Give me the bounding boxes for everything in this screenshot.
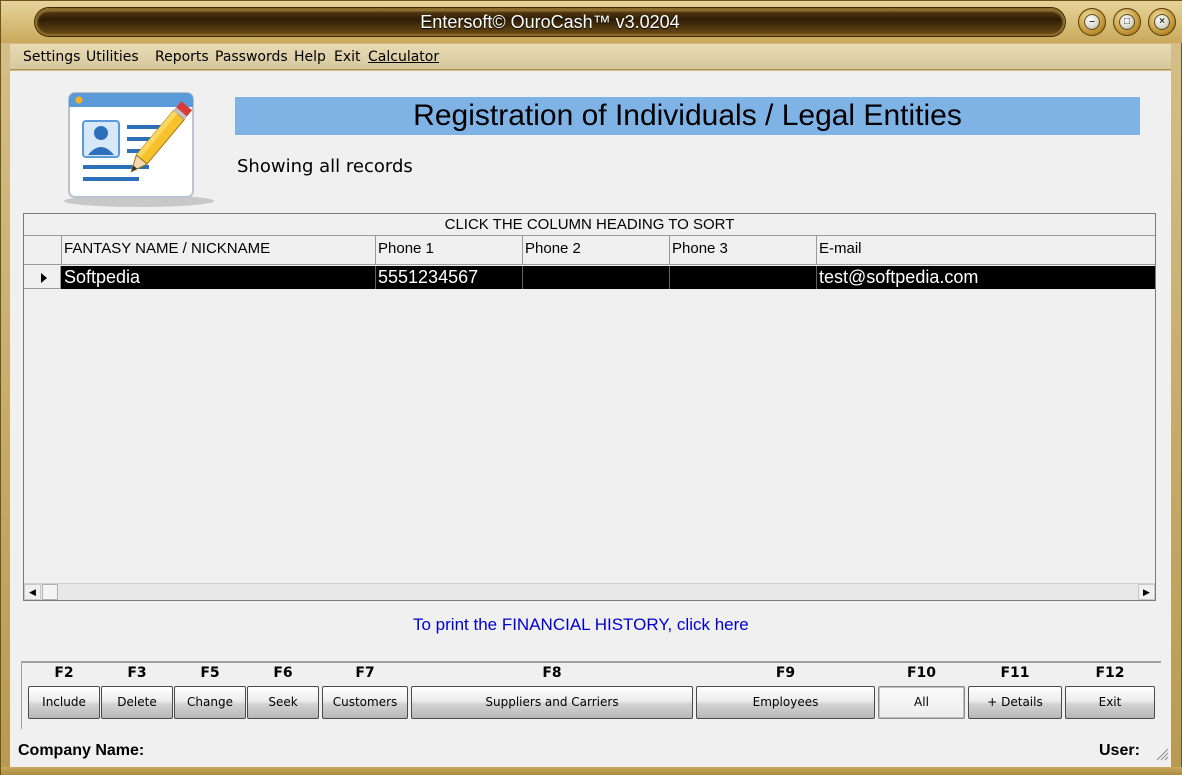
customers-button[interactable]: Customers: [322, 686, 408, 719]
change-button[interactable]: Change: [174, 686, 246, 719]
fkey-label-f6: F6: [273, 665, 293, 681]
fkey-label-f10: F10: [906, 665, 937, 681]
column-header-phone2[interactable]: Phone 2: [523, 236, 670, 265]
records-grid[interactable]: CLICK THE COLUMN HEADING TO SORT FANTASY…: [23, 213, 1156, 601]
fkey-label-f9: F9: [775, 665, 796, 681]
suppliers-carriers-button[interactable]: Suppliers and Carriers: [411, 686, 693, 719]
row-selector[interactable]: [24, 266, 61, 289]
minimize-button[interactable]: –: [1078, 8, 1106, 36]
menu-passwords[interactable]: Passwords: [215, 49, 288, 65]
fkey-label-f3: F3: [127, 665, 147, 681]
title-bar[interactable]: Entersoft© OuroCash™ v3.0204 – □ ×: [1, 1, 1182, 43]
row-header-corner: [24, 236, 62, 265]
menu-settings[interactable]: Settings: [23, 49, 80, 65]
cell-phone1[interactable]: 5551234567: [376, 266, 523, 289]
window-bottom-border: [1, 767, 1182, 775]
window-title: Entersoft© OuroCash™ v3.0204: [35, 8, 1065, 36]
menu-reports[interactable]: Reports: [155, 49, 209, 65]
all-button[interactable]: All: [878, 686, 965, 719]
page-title: Registration of Individuals / Legal Enti…: [235, 97, 1140, 135]
cell-email[interactable]: test@softpedia.com: [817, 266, 1155, 289]
menu-help[interactable]: Help: [294, 49, 326, 65]
column-header-name[interactable]: FANTASY NAME / NICKNAME: [62, 236, 376, 265]
fkey-label-f7: F7: [355, 665, 375, 681]
menu-bar: Settings Utilities Reports Passwords Hel…: [10, 44, 1171, 70]
cell-phone2[interactable]: [523, 266, 670, 289]
user-label: User:: [1099, 742, 1140, 759]
cell-name[interactable]: Softpedia: [62, 266, 376, 289]
include-button[interactable]: Include: [28, 686, 100, 719]
column-header-phone3[interactable]: Phone 3: [670, 236, 817, 265]
seek-button[interactable]: Seek: [247, 686, 319, 719]
resize-grip-icon[interactable]: [1155, 747, 1169, 761]
fkey-label-f2: F2: [54, 665, 74, 681]
app-window: Entersoft© OuroCash™ v3.0204 – □ × Setti…: [0, 0, 1182, 775]
exit-button[interactable]: Exit: [1065, 686, 1155, 719]
maximize-icon: □: [1119, 14, 1135, 30]
horizontal-scrollbar[interactable]: ◀ ▶: [24, 583, 1155, 600]
current-row-arrow-icon: [41, 273, 47, 283]
details-button[interactable]: + Details: [968, 686, 1062, 719]
close-button[interactable]: ×: [1148, 8, 1176, 36]
record-filter-status: Showing all records: [237, 156, 413, 177]
contact-card-icon: [64, 92, 214, 207]
column-header-phone1[interactable]: Phone 1: [376, 236, 523, 265]
maximize-button[interactable]: □: [1113, 8, 1141, 36]
fkey-label-f11: F11: [1000, 665, 1030, 681]
close-icon: ×: [1154, 14, 1170, 30]
employees-button[interactable]: Employees: [696, 686, 875, 719]
fkey-label-f5: F5: [200, 665, 220, 681]
scroll-right-button[interactable]: ▶: [1138, 584, 1155, 600]
minimize-icon: –: [1084, 14, 1100, 30]
fkey-label-f8: F8: [542, 665, 562, 681]
menu-calculator[interactable]: Calculator: [368, 49, 439, 65]
company-name-label: Company Name:: [18, 742, 145, 759]
delete-button[interactable]: Delete: [101, 686, 173, 719]
financial-history-link[interactable]: To print the FINANCIAL HISTORY, click he…: [413, 615, 749, 635]
scroll-thumb[interactable]: [42, 584, 58, 600]
fkey-label-f12: F12: [1095, 665, 1125, 681]
cell-phone3[interactable]: [670, 266, 817, 289]
table-row[interactable]: Softpedia 5551234567 test@softpedia.com: [24, 266, 1155, 289]
grid-caption: CLICK THE COLUMN HEADING TO SORT: [24, 214, 1155, 236]
menu-exit[interactable]: Exit: [334, 49, 361, 65]
menu-utilities[interactable]: Utilities: [86, 49, 139, 65]
column-header-email[interactable]: E-mail: [817, 236, 1155, 265]
scroll-left-button[interactable]: ◀: [24, 584, 41, 600]
